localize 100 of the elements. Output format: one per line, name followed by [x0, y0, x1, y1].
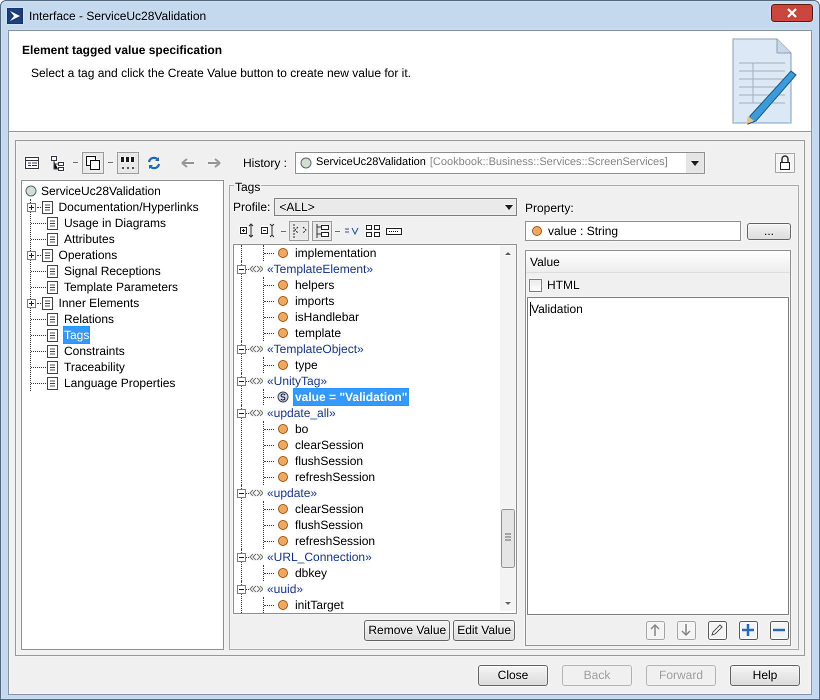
- remove-icon[interactable]: [770, 620, 789, 640]
- tree-item[interactable]: Inner Elements: [58, 294, 140, 312]
- expand-icon[interactable]: [26, 298, 36, 308]
- collapse-icon[interactable]: [237, 552, 246, 562]
- tag-item[interactable]: isHandlebar: [293, 308, 362, 326]
- property-label: Property:: [525, 200, 574, 217]
- tree-item[interactable]: Traceability: [63, 358, 126, 376]
- class-icon: [25, 185, 37, 197]
- collapse-icon[interactable]: [237, 344, 246, 354]
- stereotype-label[interactable]: «uuid»: [267, 580, 304, 598]
- property-icon: [277, 519, 289, 531]
- tree-item[interactable]: Language Properties: [63, 374, 176, 392]
- app-icon: [7, 8, 23, 24]
- tree-item[interactable]: Constraints: [63, 342, 126, 360]
- tree-item[interactable]: Relations: [63, 310, 116, 328]
- tree-item[interactable]: ServiceUc28Validation: [41, 182, 161, 200]
- tree-item[interactable]: Operations: [58, 246, 118, 264]
- collapse-icon[interactable]: [237, 488, 246, 498]
- stereotype-label[interactable]: «update_all»: [267, 404, 336, 422]
- tag-item[interactable]: flushSession: [293, 452, 366, 470]
- add-icon[interactable]: [739, 620, 758, 640]
- value-text-area[interactable]: Validation: [527, 297, 789, 615]
- tag-item[interactable]: imports: [293, 292, 336, 310]
- tag-item[interactable]: initTarget: [293, 596, 346, 613]
- stereotype-icon: [249, 264, 263, 274]
- pencil-icon[interactable]: [708, 620, 727, 640]
- collapse-icon[interactable]: [237, 408, 246, 418]
- expand-icon[interactable]: [26, 202, 36, 212]
- hierarchy-view-icon[interactable]: [312, 221, 332, 241]
- property-icon: [277, 327, 289, 339]
- history-label: History :: [243, 154, 288, 172]
- history-dropdown[interactable]: ServiceUc28Validation [Cookbook::Business::Services::ScreenServices]: [295, 152, 706, 174]
- property-icon: [277, 247, 289, 259]
- tag-item[interactable]: refreshSession: [293, 532, 378, 550]
- browse-button[interactable]: ...: [747, 222, 791, 240]
- checkbox-label: HTML: [547, 277, 580, 294]
- profile-label: Profile:: [233, 199, 270, 216]
- property-icon: [277, 455, 289, 467]
- property-field[interactable]: value : String: [525, 221, 741, 241]
- property-icon: [277, 311, 289, 323]
- class-icon: [300, 156, 312, 168]
- stereotype-label[interactable]: «update»: [267, 484, 318, 502]
- stereotype-label[interactable]: «TemplateElement»: [267, 260, 374, 278]
- value-button[interactable]: Edit Value: [453, 620, 515, 640]
- tag-item[interactable]: implementation: [293, 245, 378, 262]
- tag-item[interactable]: helpers: [293, 276, 336, 294]
- stereotype-icon: [249, 584, 263, 594]
- document-icon: [40, 248, 54, 262]
- value-button[interactable]: Remove Value: [364, 620, 450, 640]
- property-icon: [277, 503, 289, 515]
- header-description: Select a tag and click the Create Value button to create new value for it.: [30, 65, 411, 82]
- grid-icon[interactable]: [364, 222, 382, 240]
- stereotype-label[interactable]: «TemplateObject»: [267, 340, 364, 358]
- stereotype-label[interactable]: «URL_Connection»: [267, 548, 372, 566]
- document-icon: [40, 200, 54, 214]
- tag-item[interactable]: dbkey: [293, 564, 330, 582]
- stereotype-icon: [249, 552, 263, 562]
- header-title: Element tagged value specification: [22, 42, 222, 59]
- tree-item[interactable]: Signal Receptions: [63, 262, 162, 280]
- dropdown-caret-icon: [686, 152, 704, 172]
- copy-icon[interactable]: [82, 152, 104, 174]
- tree-item[interactable]: Attributes: [63, 230, 116, 248]
- document-icon: [40, 296, 54, 310]
- tree-item[interactable]: Usage in Diagrams: [63, 214, 168, 232]
- close-icon[interactable]: [771, 4, 813, 22]
- tag-item[interactable]: bo: [293, 420, 310, 438]
- column-header: Value: [526, 251, 790, 273]
- property-icon: [277, 359, 289, 371]
- expand-icon[interactable]: [26, 250, 36, 260]
- stereotype-icon: [249, 408, 263, 418]
- tag-item[interactable]: clearSession: [293, 436, 366, 454]
- tag-item[interactable]: template: [293, 324, 344, 342]
- profile-dropdown[interactable]: <ALL>: [274, 198, 517, 216]
- dialog-button[interactable]: Close: [478, 664, 548, 686]
- property-icon: [277, 599, 289, 611]
- scrollbar[interactable]: [500, 245, 516, 613]
- window-title: Interface - ServiceUc28Validation: [29, 8, 208, 24]
- property-icon: [277, 471, 289, 483]
- property-icon: [277, 439, 289, 451]
- collapse-icon[interactable]: [237, 584, 246, 594]
- property-icon: [277, 279, 289, 291]
- flat-view-icon[interactable]: [289, 221, 309, 241]
- lock-icon[interactable]: [775, 152, 795, 172]
- tree-item[interactable]: Template Parameters: [63, 278, 180, 296]
- stereotype-icon: [249, 376, 263, 386]
- stereotype-icon: [249, 344, 263, 354]
- dialog-button[interactable]: Help: [730, 664, 800, 686]
- tag-item[interactable]: type: [293, 356, 320, 374]
- tag-item[interactable]: refreshSession: [293, 468, 378, 486]
- collapse-icon[interactable]: [237, 264, 246, 274]
- tag-item[interactable]: clearSession: [293, 500, 366, 518]
- tag-item[interactable]: flushSession: [293, 516, 366, 534]
- value-icon: [277, 391, 289, 403]
- property-icon: [277, 567, 289, 579]
- html-checkbox[interactable]: [529, 278, 542, 292]
- collapse-icon[interactable]: [237, 376, 246, 386]
- stereotype-label[interactable]: «UnityTag»: [267, 372, 328, 390]
- property-icon: [277, 295, 289, 307]
- stereotype-icon: [249, 488, 263, 498]
- tree-item[interactable]: Documentation/Hyperlinks: [58, 198, 200, 216]
